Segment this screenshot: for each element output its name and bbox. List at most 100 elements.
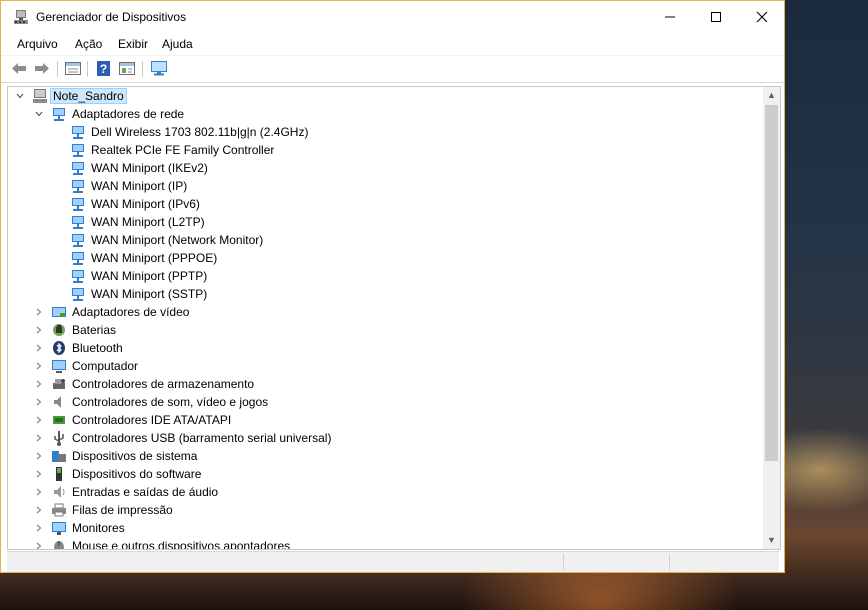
show-hide-tree-icon[interactable] <box>64 60 82 77</box>
window-title: Gerenciador de Dispositivos <box>36 10 187 24</box>
tree-item-wan-miniport-l2tp[interactable]: WAN Miniport (L2TP) <box>8 213 763 231</box>
network-adapter-icon <box>72 234 84 247</box>
close-icon <box>756 11 768 23</box>
tree-item-wan-miniport-ip[interactable]: WAN Miniport (IP) <box>8 177 763 195</box>
monitor-icon <box>52 522 66 535</box>
tree-category-adaptadores-de-video[interactable]: Adaptadores de vídeo <box>8 303 763 321</box>
tree-item-label: WAN Miniport (L2TP) <box>91 215 205 229</box>
tree-item-label: Monitores <box>72 521 125 535</box>
tree-item-wan-miniport-sstp[interactable]: WAN Miniport (SSTP) <box>8 285 763 303</box>
expand-chevron-icon[interactable] <box>34 343 44 353</box>
tree-item-wan-miniport-pptp[interactable]: WAN Miniport (PPTP) <box>8 267 763 285</box>
tree-category-controladores-ide-ata-atapi[interactable]: Controladores IDE ATA/ATAPI <box>8 411 763 429</box>
expand-chevron-icon[interactable] <box>34 451 44 461</box>
vertical-scrollbar[interactable]: ▲ ▼ <box>763 87 780 549</box>
network-adapter-icon <box>72 126 84 139</box>
tree-item-label: WAN Miniport (PPTP) <box>91 269 208 283</box>
menu-arquivo[interactable]: Arquivo <box>17 37 58 51</box>
tree-item-label: Computador <box>72 359 139 373</box>
maximize-icon <box>711 12 721 22</box>
expand-chevron-icon[interactable] <box>34 397 44 407</box>
tree-item-label: Dispositivos de sistema <box>72 449 198 463</box>
status-separator <box>669 554 670 570</box>
tree-root-computer[interactable]: Note_Sandro <box>8 87 763 105</box>
tree-category-controladores-de-som-video-e-jogos[interactable]: Controladores de som, vídeo e jogos <box>8 393 763 411</box>
tree-category-controladores-de-armazenamento[interactable]: Controladores de armazenamento <box>8 375 763 393</box>
menu-bar: Arquivo Ação Exibir Ajuda <box>1 33 784 55</box>
tree-category-filas-de-impressao[interactable]: Filas de impressão <box>8 501 763 519</box>
mouse-icon <box>54 541 64 549</box>
tree-item-label: Filas de impressão <box>72 503 173 517</box>
expand-chevron-icon[interactable] <box>34 361 44 371</box>
collapse-chevron-icon[interactable] <box>15 91 25 101</box>
tree-item-label: Realtek PCIe FE Family Controller <box>91 143 275 157</box>
device-manager-icon <box>14 10 28 24</box>
expand-chevron-icon[interactable] <box>34 433 44 443</box>
properties-icon[interactable] <box>118 60 136 77</box>
tree-item-label: Mouse e outros dispositivos apontadores <box>72 539 291 550</box>
scroll-down-arrow[interactable]: ▼ <box>763 532 780 549</box>
close-button[interactable] <box>739 1 785 33</box>
scroll-thumb[interactable] <box>765 105 778 461</box>
tree-item-wan-miniport-network-monitor[interactable]: WAN Miniport (Network Monitor) <box>8 231 763 249</box>
title-bar[interactable]: Gerenciador de Dispositivos <box>1 1 784 33</box>
tree-item-realtek-pcie-fe-family-controller[interactable]: Realtek PCIe FE Family Controller <box>8 141 763 159</box>
tree-item-label: Note_Sandro <box>50 88 127 104</box>
computer-icon <box>52 360 66 373</box>
expand-chevron-icon[interactable] <box>34 307 44 317</box>
tree-category-network-adapters[interactable]: Adaptadores de rede <box>8 105 763 123</box>
tree-category-baterias[interactable]: Baterias <box>8 321 763 339</box>
network-adapter-icon <box>72 180 84 193</box>
tree-item-label: WAN Miniport (IP) <box>91 179 188 193</box>
usb-icon <box>54 431 64 446</box>
tree-item-label: WAN Miniport (IKEv2) <box>91 161 208 175</box>
toolbar-separator <box>142 61 143 77</box>
tree-category-bluetooth[interactable]: Bluetooth <box>8 339 763 357</box>
forward-arrow-icon[interactable] <box>33 60 51 77</box>
tree-category-dispositivos-do-software[interactable]: Dispositivos do software <box>8 465 763 483</box>
network-adapter-icon <box>72 270 84 283</box>
tree-category-controladores-usb-barramento-serial-universal[interactable]: Controladores USB (barramento serial uni… <box>8 429 763 447</box>
minimize-button[interactable] <box>647 1 693 33</box>
tree-item-wan-miniport-ikev2[interactable]: WAN Miniport (IKEv2) <box>8 159 763 177</box>
svg-text:?: ? <box>100 62 107 76</box>
storage-controller-icon <box>53 379 65 389</box>
expand-chevron-icon[interactable] <box>34 541 44 549</box>
network-adapter-icon <box>72 216 84 229</box>
expand-chevron-icon[interactable] <box>34 505 44 515</box>
scroll-up-arrow[interactable]: ▲ <box>763 87 780 104</box>
tree-item-wan-miniport-pppoe[interactable]: WAN Miniport (PPPOE) <box>8 249 763 267</box>
maximize-button[interactable] <box>693 1 739 33</box>
collapse-chevron-icon[interactable] <box>34 109 44 119</box>
expand-chevron-icon[interactable] <box>34 415 44 425</box>
battery-icon <box>53 324 65 336</box>
tree-item-label: Controladores de som, vídeo e jogos <box>72 395 269 409</box>
system-device-icon <box>52 451 66 462</box>
scan-hardware-icon[interactable] <box>150 60 168 77</box>
tree-item-wan-miniport-ipv6[interactable]: WAN Miniport (IPv6) <box>8 195 763 213</box>
tree-item-label: Adaptadores de rede <box>72 107 185 121</box>
computer-root-icon <box>33 89 47 103</box>
audio-io-icon <box>54 486 65 498</box>
tree-category-entradas-e-saidas-de-audio[interactable]: Entradas e saídas de áudio <box>8 483 763 501</box>
tree-category-computador[interactable]: Computador <box>8 357 763 375</box>
menu-acao[interactable]: Ação <box>75 37 102 51</box>
menu-ajuda[interactable]: Ajuda <box>162 37 193 51</box>
expand-chevron-icon[interactable] <box>34 325 44 335</box>
tree-item-dell-wireless-1703-802-11b-g-n-2-4ghz[interactable]: Dell Wireless 1703 802.11b|g|n (2.4GHz) <box>8 123 763 141</box>
tree-category-dispositivos-de-sistema[interactable]: Dispositivos de sistema <box>8 447 763 465</box>
menu-exibir[interactable]: Exibir <box>118 37 148 51</box>
tree-category-mouse-e-outros-dispositivos-apontadores[interactable]: Mouse e outros dispositivos apontadores <box>8 537 763 550</box>
expand-chevron-icon[interactable] <box>34 487 44 497</box>
bluetooth-icon <box>53 341 65 355</box>
tree-item-label: Controladores de armazenamento <box>72 377 255 391</box>
expand-chevron-icon[interactable] <box>34 523 44 533</box>
minimize-icon <box>665 16 675 18</box>
back-arrow-icon[interactable] <box>10 60 28 77</box>
expand-chevron-icon[interactable] <box>34 469 44 479</box>
help-icon[interactable]: ? <box>95 60 113 77</box>
expand-chevron-icon[interactable] <box>34 379 44 389</box>
tree-item-label: Controladores USB (barramento serial uni… <box>72 431 332 445</box>
tree-category-monitores[interactable]: Monitores <box>8 519 763 537</box>
device-tree[interactable]: Note_Sandro Adaptadores de rede Dell Wirel… <box>7 86 781 550</box>
